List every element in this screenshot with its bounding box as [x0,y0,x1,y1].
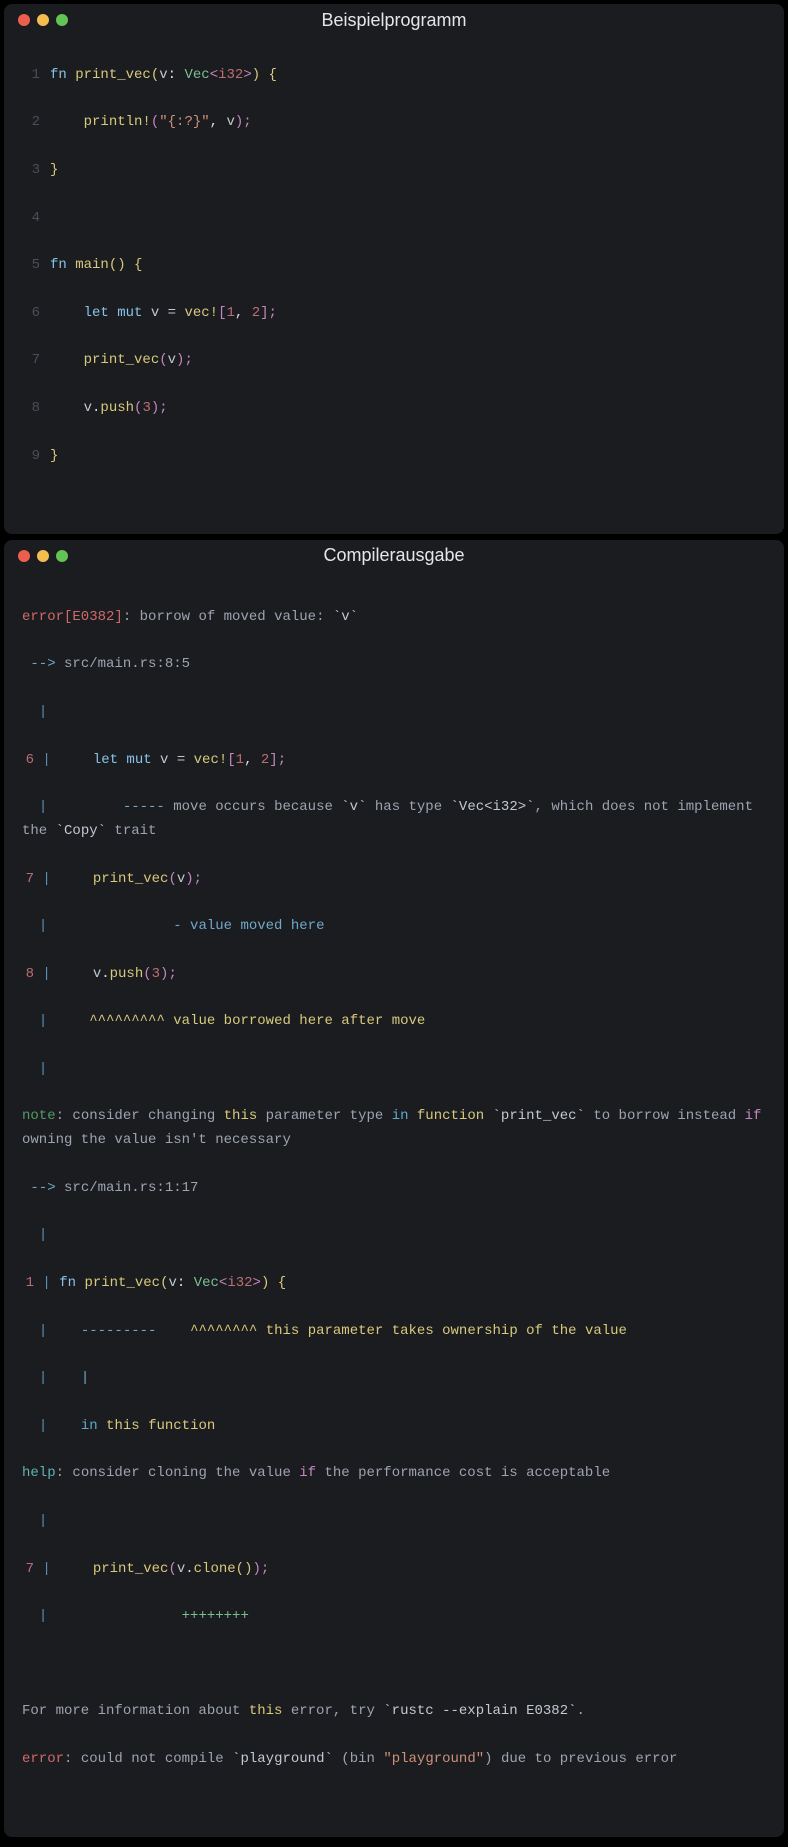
minimize-icon[interactable] [37,550,49,562]
code-line: 2 println!("{:?}", v); [22,111,766,135]
line-number: 9 [22,445,40,469]
line-number: 1 [22,64,40,88]
error-annotation: | in this function [22,1415,766,1439]
code-line: 1fn print_vec(v: Vec<i32>) { [22,64,766,88]
error-annotation: | | [22,1367,766,1391]
traffic-lights [18,550,68,562]
compiler-output-window: Compilerausgabe error[E0382]: borrow of … [4,540,784,1837]
footer-info: For more information about this error, t… [22,1700,766,1724]
code-line: 7 print_vec(v); [22,349,766,373]
close-icon[interactable] [18,550,30,562]
error-annotation: | --------- ^^^^^^^^ this parameter take… [22,1320,766,1344]
error-annotation: | - value moved here [22,915,766,939]
line-number: 2 [22,111,40,135]
error-header: error[E0382]: borrow of moved value: `v` [22,606,766,630]
line-number: 6 [22,302,40,326]
blank-line [22,1653,766,1677]
footer-error: error: could not compile `playground` (b… [22,1748,766,1772]
compiler-output[interactable]: error[E0382]: borrow of moved value: `v`… [4,566,784,1825]
maximize-icon[interactable] [56,14,68,26]
source-location: --> src/main.rs:1:17 [22,1177,766,1201]
error-annotation: | ^^^^^^^^^ value borrowed here after mo… [22,1010,766,1034]
line-number: 5 [22,254,40,278]
code-line: 6 let mut v = vec![1, 2]; [22,302,766,326]
gutter-pipe: | [22,1510,766,1534]
error-annotation: | ----- move occurs because `v` has type… [22,796,766,844]
titlebar: Compilerausgabe [4,540,784,566]
source-location: --> src/main.rs:8:5 [22,653,766,677]
line-number: 3 [22,159,40,183]
code-line: 3} [22,159,766,183]
code-editor[interactable]: 1fn print_vec(v: Vec<i32>) { 2 println!(… [4,30,784,522]
minimize-icon[interactable] [37,14,49,26]
window-title: Beispielprogramm [4,10,784,31]
code-line: 8 v.push(3); [22,397,766,421]
code-line: 5fn main() { [22,254,766,278]
traffic-lights [18,14,68,26]
code-line: 4 [22,207,766,231]
maximize-icon[interactable] [56,550,68,562]
code-window: Beispielprogramm 1fn print_vec(v: Vec<i3… [4,4,784,534]
note-line: note: consider changing this parameter t… [22,1105,766,1153]
gutter-pipe: | [22,1058,766,1082]
error-context-line: 6 | let mut v = vec![1, 2]; [22,749,766,773]
gutter-pipe: | [22,701,766,725]
error-context-line: 8 | v.push(3); [22,963,766,987]
line-number: 7 [22,349,40,373]
line-number: 8 [22,397,40,421]
gutter-pipe: | [22,1224,766,1248]
line-number: 4 [22,207,40,231]
error-context-line: 1 | fn print_vec(v: Vec<i32>) { [22,1272,766,1296]
window-title: Compilerausgabe [4,545,784,566]
code-line: 9} [22,445,766,469]
suggestion-annotation: | ++++++++ [22,1605,766,1629]
error-context-line: 7 | print_vec(v); [22,868,766,892]
titlebar: Beispielprogramm [4,4,784,30]
suggestion-line: 7 | print_vec(v.clone()); [22,1558,766,1582]
help-line: help: consider cloning the value if the … [22,1462,766,1486]
close-icon[interactable] [18,14,30,26]
